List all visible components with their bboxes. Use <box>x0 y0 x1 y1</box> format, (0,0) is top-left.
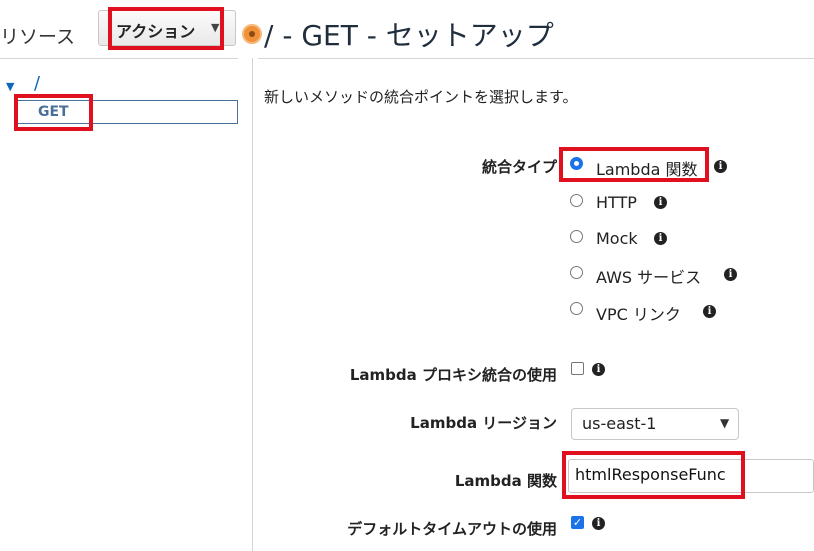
region-label: Lambda リージョン <box>410 414 557 432</box>
proxy-checkbox[interactable] <box>571 362 584 375</box>
tree-expand-icon[interactable]: ▼ <box>6 80 14 93</box>
radio-http[interactable] <box>570 194 583 207</box>
info-icon[interactable]: i <box>592 363 605 376</box>
option-http-label[interactable]: HTTP <box>596 193 637 212</box>
info-icon[interactable]: i <box>714 160 727 173</box>
info-icon[interactable]: i <box>592 517 605 530</box>
info-icon[interactable]: i <box>724 268 737 281</box>
radio-aws-service[interactable] <box>570 266 583 279</box>
option-vpc-link-label[interactable]: VPC リンク <box>596 301 681 325</box>
info-icon[interactable]: i <box>703 305 716 318</box>
option-aws-service-label[interactable]: AWS サービス <box>596 264 701 288</box>
highlight-box-lambda <box>559 147 709 182</box>
panel-divider <box>252 58 253 551</box>
default-timeout-label: デフォルトタイムアウトの使用 <box>347 520 557 538</box>
integration-type-label: 統合タイプ <box>481 158 557 176</box>
option-mock-label[interactable]: Mock <box>596 229 638 248</box>
sidebar-divider <box>0 58 238 59</box>
highlight-box-get <box>14 94 93 131</box>
page-description: 新しいメソッドの統合ポイントを選択します。 <box>264 88 578 106</box>
resources-title: リソース <box>0 26 76 48</box>
tree-root-resource[interactable]: / <box>34 73 40 94</box>
page-title: / - GET - セットアップ <box>264 19 554 52</box>
resize-handle-dot <box>249 31 255 37</box>
info-icon[interactable]: i <box>654 232 667 245</box>
highlight-box-function <box>562 451 745 499</box>
default-timeout-checkbox[interactable]: ✓ <box>571 516 584 529</box>
info-icon[interactable]: i <box>654 196 667 209</box>
chevron-down-icon[interactable]: ▼ <box>720 416 729 430</box>
function-label: Lambda 関数 <box>454 472 557 490</box>
title-divider <box>258 58 814 59</box>
highlight-box-actions <box>108 7 224 50</box>
radio-mock[interactable] <box>570 230 583 243</box>
proxy-label: Lambda プロキシ統合の使用 <box>349 366 557 384</box>
radio-vpc-link[interactable] <box>570 302 583 315</box>
region-select-value[interactable]: us-east-1 <box>582 414 656 433</box>
